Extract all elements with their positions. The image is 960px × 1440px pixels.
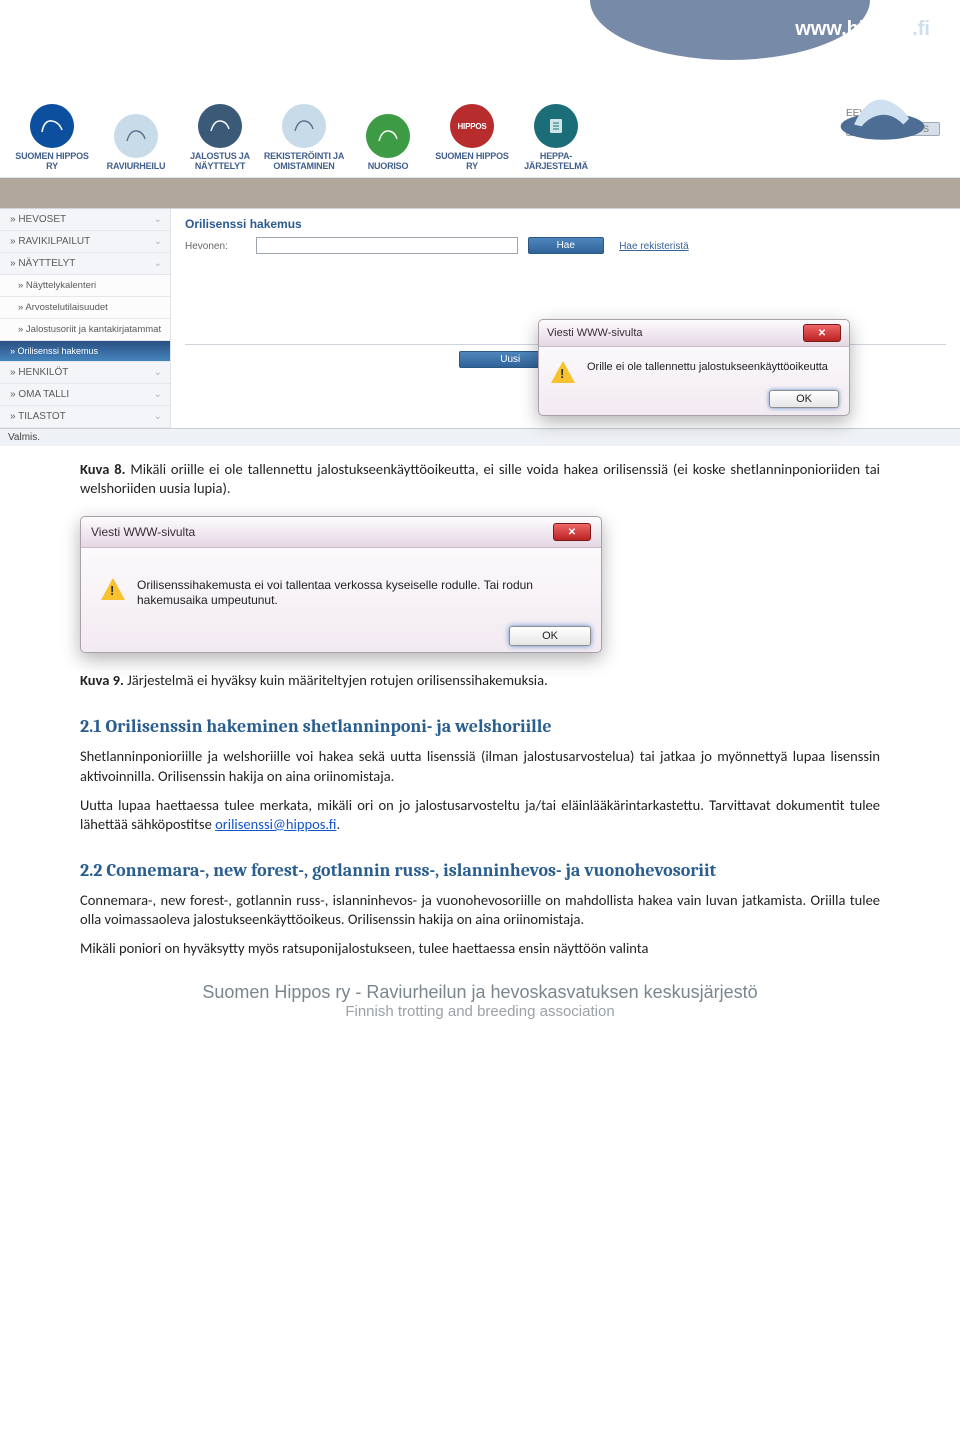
- brand-url: www.hippos.fi: [795, 18, 930, 41]
- nav-item-youth[interactable]: NUORISO: [346, 114, 430, 177]
- document-icon: [534, 104, 578, 148]
- horse-input[interactable]: [256, 237, 518, 254]
- brand-name: hippos: [847, 18, 913, 40]
- nav-item-hippos2[interactable]: HIPPOSSUOMEN HIPPOS RY: [430, 104, 514, 177]
- fig8-text: Mikäli oriille ei ole tallennettu jalost…: [80, 460, 880, 497]
- top-nav: SUOMEN HIPPOS RY RAVIURHEILU JALOSTUS JA…: [0, 96, 960, 178]
- side-sub-kalenteri[interactable]: » Näyttelykalenteri: [0, 275, 170, 297]
- nav-item-heppa[interactable]: HEPPA-JÄRJESTELMÄ: [514, 104, 598, 177]
- side-sub-jalostus[interactable]: » Jalostusoriit ja kantakirjatammat: [0, 319, 170, 341]
- status-bar: Valmis.: [0, 428, 960, 446]
- side-sub-arvostelu[interactable]: » Arvostelutilaisuudet: [0, 297, 170, 319]
- nav-item-racing[interactable]: RAVIURHEILU: [94, 114, 178, 177]
- banner-photo: [0, 178, 960, 208]
- horse-icon: [198, 104, 242, 148]
- fig9-text: Järjestelmä ei hyväksy kuin määriteltyje…: [124, 671, 548, 689]
- side-item-tilastot[interactable]: » TILASTOT⌄: [0, 406, 170, 428]
- dialog-message: Orille ei ole tallennettu jalostukseenkä…: [587, 361, 828, 375]
- warning-icon: [101, 578, 125, 600]
- alert-dialog: Viesti WWW-sivulta ✕ Orille ei ole talle…: [538, 319, 850, 416]
- brand-tld: .fi: [912, 18, 930, 40]
- para-2-2a: Connemara-, new forest-, gotlannin russ-…: [80, 891, 880, 929]
- para-2-2b: Mikäli poniori on hyväksytty myös ratsup…: [80, 939, 880, 958]
- side-item-nayttelyt[interactable]: » NÄYTTELYT⌄: [0, 253, 170, 275]
- footer-line-1: Suomen Hippos ry - Raviurheilun ja hevos…: [0, 982, 960, 1003]
- chevron-down-icon: ⌄: [154, 411, 162, 422]
- horse-label: Hevonen:: [185, 241, 253, 252]
- side-item-henkilot[interactable]: » HENKILÖT⌄: [0, 362, 170, 384]
- main-panel: Orilisenssi hakemus Hevonen: Hae Hae rek…: [171, 209, 960, 428]
- nav-item-breeding[interactable]: JALOSTUS JA NÄYTTELYT: [178, 104, 262, 177]
- form-title: Orilisenssi hakemus: [185, 217, 946, 231]
- footer-line-2: Finnish trotting and breeding associatio…: [0, 1003, 960, 1020]
- heading-2-2: 2.2 Connemara-, new forest-, gotlannin r…: [80, 860, 880, 881]
- dialog-titlebar: Viesti WWW-sivulta ✕: [81, 517, 601, 548]
- ok-button[interactable]: OK: [509, 626, 591, 646]
- chevron-down-icon: ⌄: [154, 258, 162, 269]
- page-footer: Suomen Hippos ry - Raviurheilun ja hevos…: [0, 982, 960, 1020]
- document-body: Kuva 8. Mikäli oriille ei ole tallennett…: [0, 446, 960, 498]
- para-2-1b: Uutta lupaa haettaessa tulee merkata, mi…: [80, 796, 880, 834]
- dialog-titlebar: Viesti WWW-sivulta ✕: [539, 320, 849, 347]
- side-item-ravikilpailut[interactable]: » RAVIKILPAILUT⌄: [0, 231, 170, 253]
- side-nav: » HEVOSET⌄ » RAVIKILPAILUT⌄ » NÄYTTELYT⌄…: [0, 209, 171, 428]
- warning-icon: [551, 361, 575, 383]
- para-2-1a: Shetlanninponioriille ja welshoriille vo…: [80, 747, 880, 785]
- page-header: www.hippos.fi: [0, 0, 960, 58]
- registry-link[interactable]: Hae rekisteristä: [619, 241, 688, 252]
- alert-dialog-2: Viesti WWW-sivulta ✕ Orilisenssihakemust…: [80, 516, 602, 653]
- document-body-2: Kuva 9. Järjestelmä ei hyväksy kuin määr…: [0, 657, 960, 958]
- side-item-hevoset[interactable]: » HEVOSET⌄: [0, 209, 170, 231]
- chevron-down-icon: ⌄: [154, 236, 162, 247]
- email-link[interactable]: orilisenssi@hippos.fi: [215, 815, 336, 833]
- nav-item-hippos[interactable]: SUOMEN HIPPOS RY: [10, 104, 94, 177]
- close-icon[interactable]: ✕: [553, 523, 591, 541]
- ok-button[interactable]: OK: [769, 390, 839, 408]
- fig9-label: Kuva 9.: [80, 671, 124, 689]
- dialog-title: Viesti WWW-sivulta: [91, 525, 195, 539]
- search-button[interactable]: Hae: [528, 237, 604, 254]
- chevron-down-icon: ⌄: [154, 214, 162, 225]
- horse-icon: [30, 104, 74, 148]
- horse-logo-icon: [835, 85, 930, 145]
- side-item-omatalli[interactable]: » OMA TALLI⌄: [0, 384, 170, 406]
- app-screenshot: SUOMEN HIPPOS RY RAVIURHEILU JALOSTUS JA…: [0, 78, 960, 446]
- app-body: » HEVOSET⌄ » RAVIKILPAILUT⌄ » NÄYTTELYT⌄…: [0, 208, 960, 428]
- close-icon[interactable]: ✕: [803, 324, 841, 342]
- horse-icon: [282, 104, 326, 148]
- heading-2-1: 2.1 Orilisenssin hakeminen shetlanninpon…: [80, 716, 880, 737]
- fig8-label: Kuva 8.: [80, 460, 125, 478]
- horse-icon: [114, 114, 158, 158]
- dialog-message: Orilisenssihakemusta ei voi tallentaa ve…: [137, 578, 583, 608]
- dialog-title: Viesti WWW-sivulta: [547, 327, 643, 339]
- chevron-down-icon: ⌄: [154, 367, 162, 378]
- horse-icon: [366, 114, 410, 158]
- hippos-badge-icon: HIPPOS: [450, 104, 494, 148]
- chevron-down-icon: ⌄: [154, 389, 162, 400]
- brand-prefix: www.: [795, 18, 846, 40]
- nav-item-register[interactable]: REKISTERÖINTI JA OMISTAMINEN: [262, 104, 346, 177]
- side-selected-orilisenssi[interactable]: » Orilisenssi hakemus: [0, 341, 170, 362]
